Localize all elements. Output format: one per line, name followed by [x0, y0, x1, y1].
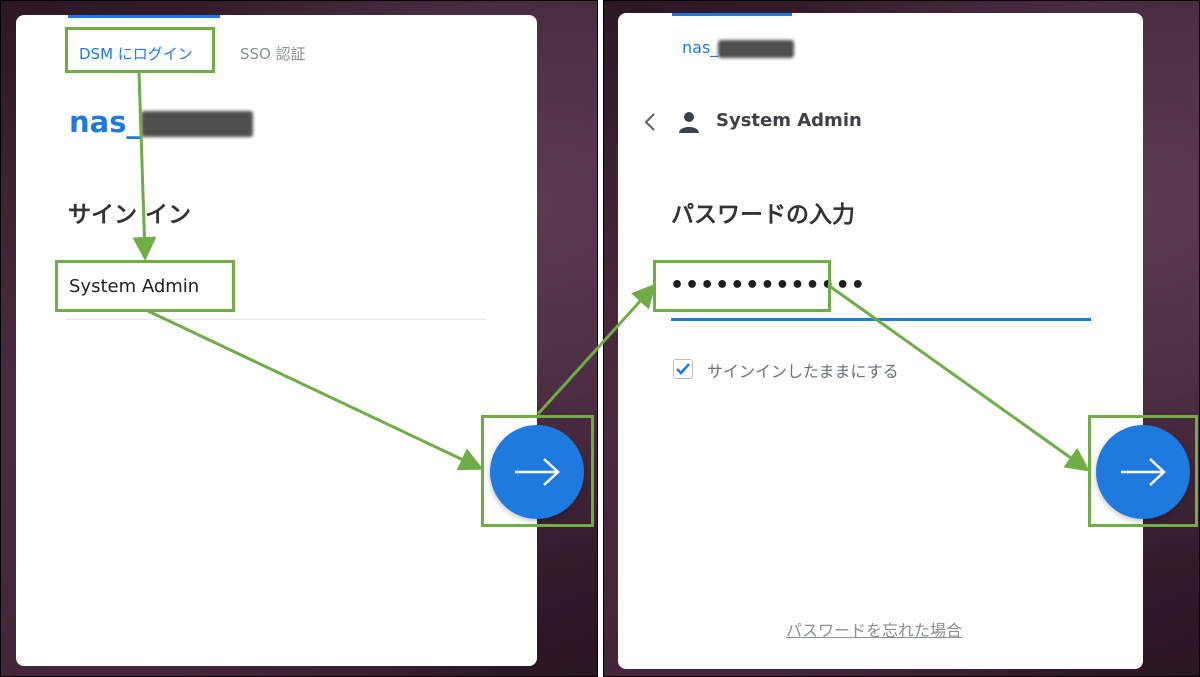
tab-dsm-login[interactable]: DSM にログイン [79, 43, 193, 64]
forgot-password-link[interactable]: パスワードを忘れた場合 [786, 617, 962, 641]
hostname-text: nas_ [69, 105, 141, 139]
login-card: nas_ System Admin パスワードの入力 •••••••••••••… [618, 13, 1143, 669]
account-name: System Admin [716, 110, 862, 131]
redacted-hostname [140, 111, 253, 137]
arrow-right-icon [515, 458, 560, 486]
username-input[interactable]: System Admin [69, 276, 199, 297]
remember-me-label[interactable]: サインインしたままにする [707, 358, 899, 382]
login-card: DSM にログイン SSO 認証 nas_ サイン イン System Admi… [16, 15, 537, 666]
password-heading: パスワードの入力 [671, 202, 855, 228]
next-button[interactable] [1096, 425, 1190, 519]
hostname-title: nas_ [69, 105, 253, 139]
hostname-label: nas_ [682, 38, 795, 58]
checkmark-icon [676, 363, 690, 375]
remember-me-checkbox[interactable] [673, 359, 693, 379]
chevron-left-icon[interactable] [643, 112, 657, 132]
password-field-underline [671, 318, 1091, 321]
arrow-right-icon [1121, 458, 1166, 486]
next-button[interactable] [490, 425, 584, 519]
redacted-hostname [718, 39, 795, 58]
tab-sso-auth[interactable]: SSO 認証 [240, 43, 306, 64]
user-icon [679, 112, 699, 133]
login-step-password-panel: nas_ System Admin パスワードの入力 •••••••••••••… [603, 0, 1200, 677]
top-indicator [672, 13, 792, 16]
active-tab-indicator [68, 15, 220, 18]
username-field-underline [66, 319, 486, 320]
hostname-text: nas_ [682, 38, 719, 57]
password-input[interactable]: ••••••••••••• [670, 273, 866, 298]
login-step-username-panel: DSM にログイン SSO 認証 nas_ サイン イン System Admi… [0, 0, 598, 677]
sign-in-heading: サイン イン [68, 202, 192, 228]
